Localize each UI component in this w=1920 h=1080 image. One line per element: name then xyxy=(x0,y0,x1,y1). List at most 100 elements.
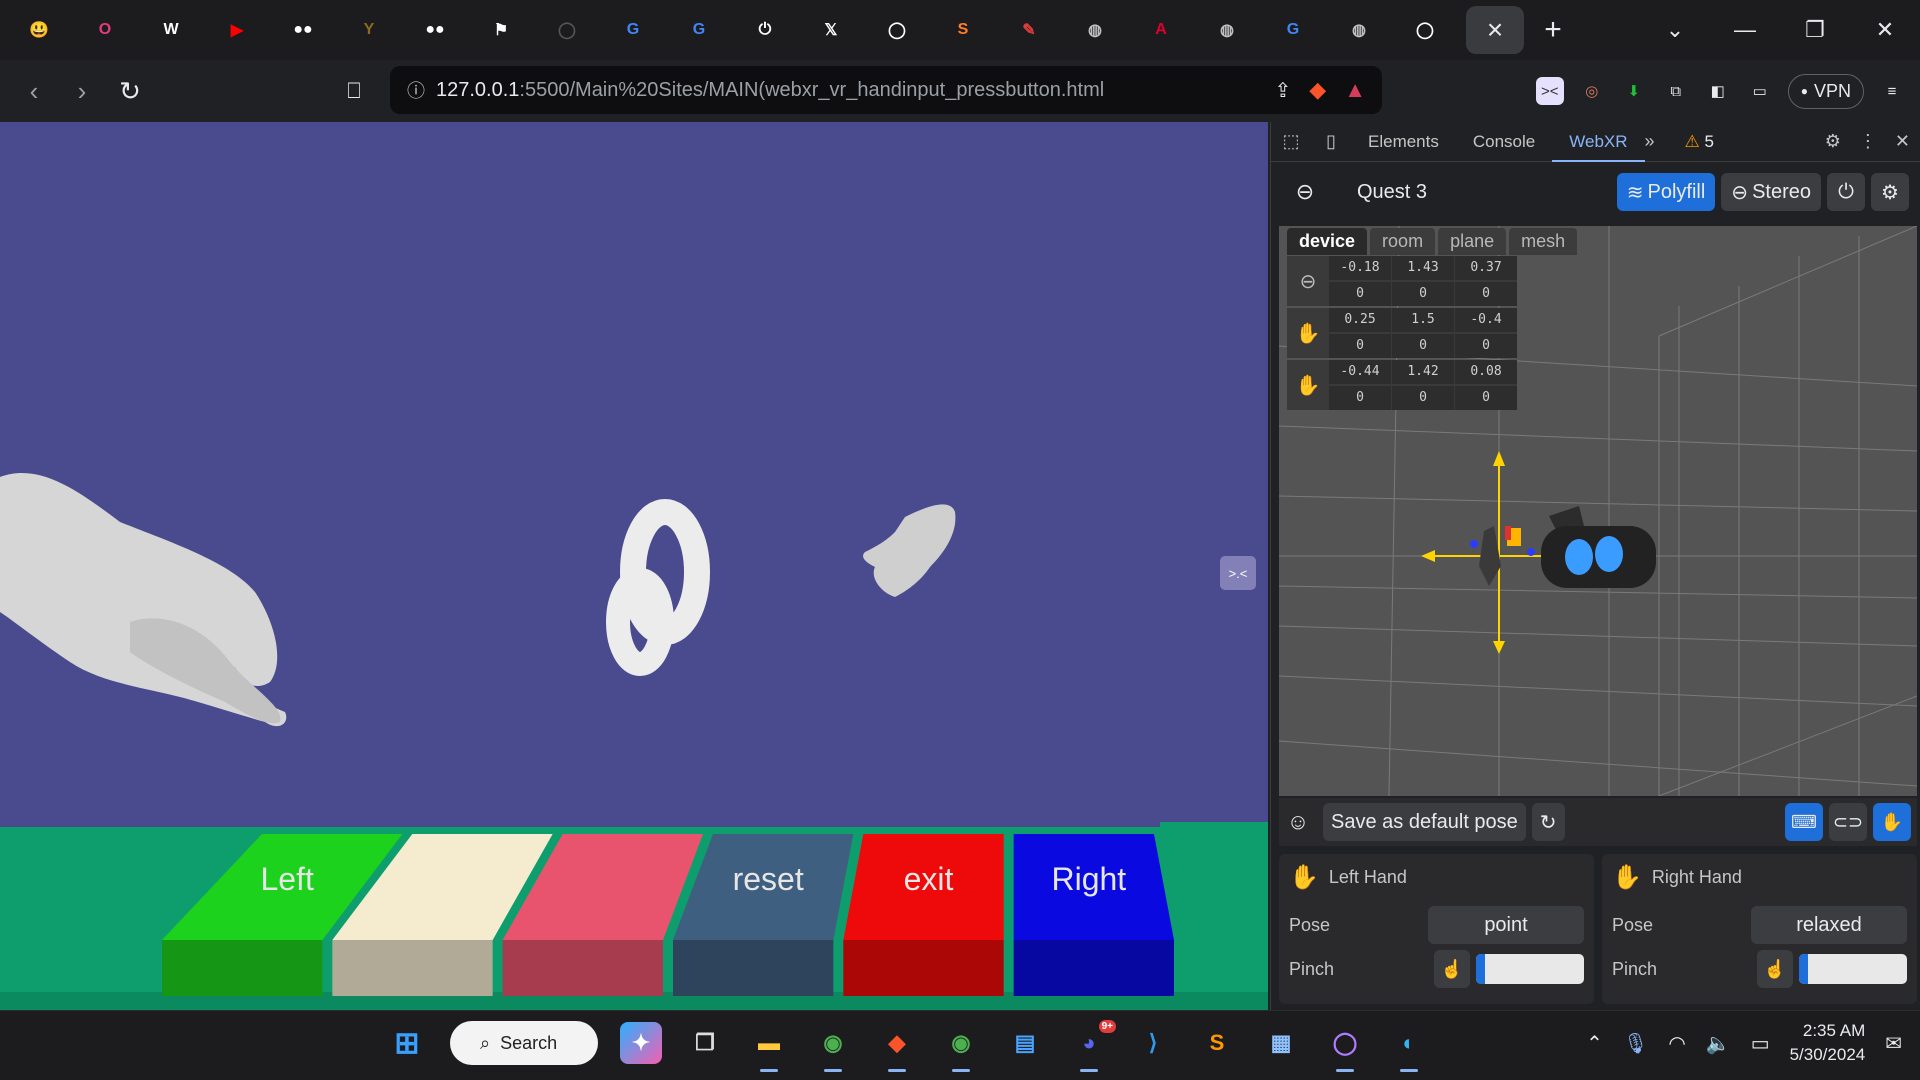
browser-tab[interactable]: ⚑ xyxy=(468,6,534,54)
left-pinch-button[interactable]: ☝ xyxy=(1434,950,1470,988)
task-view-icon[interactable]: ❐ xyxy=(684,1022,726,1064)
scene-tab-device[interactable]: device xyxy=(1287,228,1368,255)
rotation-value[interactable]: 0 xyxy=(1455,385,1517,410)
browser-tab[interactable]: ◍ xyxy=(1062,6,1128,54)
right-pinch-slider[interactable] xyxy=(1799,954,1907,984)
active-tab[interactable]: × xyxy=(1466,6,1524,54)
position-value[interactable]: -0.18 xyxy=(1329,256,1391,280)
close-window-icon[interactable]: ✕ xyxy=(1850,17,1920,43)
extensions-icon[interactable]: ⧉ xyxy=(1662,77,1690,105)
emulator-toggle-button[interactable]: >.< xyxy=(1220,556,1256,590)
stereo-button[interactable]: ⊖ Stereo xyxy=(1721,173,1821,211)
left-pinch-slider[interactable] xyxy=(1476,954,1584,984)
rotation-value[interactable]: 0 xyxy=(1392,385,1454,410)
tab-elements[interactable]: Elements xyxy=(1351,122,1456,162)
right-hand-icon[interactable]: ✋ xyxy=(1287,360,1329,410)
browser-tab[interactable]: ◯ xyxy=(534,6,600,54)
forward-icon[interactable]: › xyxy=(58,76,106,107)
position-value[interactable]: 1.5 xyxy=(1392,308,1454,332)
device-toolbar-icon[interactable]: ▯ xyxy=(1311,131,1351,152)
warnings-badge[interactable]: ⚠ 5 xyxy=(1685,132,1714,152)
scene-button[interactable]: Right xyxy=(1013,834,1174,996)
browser-tab[interactable]: Y xyxy=(336,6,402,54)
bookmark-icon[interactable]: ⎕ xyxy=(330,78,378,104)
tab-console[interactable]: Console xyxy=(1456,122,1552,162)
right-pose-select[interactable]: relaxed xyxy=(1751,906,1907,944)
copilot-icon[interactable]: ✦ xyxy=(620,1022,662,1064)
brave-icon[interactable]: ◆ xyxy=(876,1022,918,1072)
microphone-icon[interactable]: 🎙 xyxy=(1623,1031,1648,1056)
device-name[interactable]: Quest 3 xyxy=(1357,181,1427,204)
chevron-up-icon[interactable]: ⌃ xyxy=(1586,1031,1603,1056)
browser-tab[interactable]: ●● xyxy=(270,6,336,54)
battery-icon[interactable]: ▭ xyxy=(1751,1031,1770,1056)
rotation-value[interactable]: 0 xyxy=(1392,333,1454,358)
kebab-menu-icon[interactable]: ⋮ xyxy=(1859,131,1877,152)
extension-owl-icon[interactable]: ◎ xyxy=(1578,77,1606,105)
clock[interactable]: 2:35 AM 5/30/2024 xyxy=(1790,1019,1866,1067)
close-tab-icon[interactable]: × xyxy=(1487,14,1503,46)
sidebar-icon[interactable]: ◧ xyxy=(1704,77,1732,105)
scene-tab-room[interactable]: room xyxy=(1370,228,1436,255)
browser-tab[interactable]: G xyxy=(600,6,666,54)
chrome-icon[interactable]: ◉ xyxy=(812,1022,854,1072)
taskbar-search[interactable]: ⌕ Search xyxy=(450,1021,598,1065)
volume-icon[interactable]: 🔈 xyxy=(1706,1031,1731,1056)
discord-icon[interactable]: ◕ 9+ xyxy=(1068,1020,1116,1072)
vscode-icon[interactable]: ⟩ xyxy=(1132,1022,1174,1064)
position-value[interactable]: 0.37 xyxy=(1455,256,1517,280)
more-tabs-icon[interactable]: » xyxy=(1645,131,1655,152)
browser-tab[interactable]: ⏻ xyxy=(732,6,798,54)
browser-tab[interactable]: ◍ xyxy=(1194,6,1260,54)
emulator-scene[interactable]: device room plane mesh ⊖ -0.18 1.43 0.37 0 0 0 ✋ 0.… xyxy=(1279,226,1917,796)
browser-tab[interactable]: A xyxy=(1128,6,1194,54)
minimize-icon[interactable]: — xyxy=(1710,17,1780,43)
wifi-icon[interactable]: ◠ xyxy=(1668,1031,1685,1056)
restore-icon[interactable]: ❐ xyxy=(1780,17,1850,43)
back-icon[interactable]: ‹ xyxy=(10,76,58,107)
github-desktop-icon[interactable]: ◯ xyxy=(1324,1022,1366,1072)
browser-tab[interactable]: O xyxy=(72,6,138,54)
site-info-icon[interactable]: ⓘ xyxy=(396,77,436,103)
browser-tab[interactable]: ●● xyxy=(402,6,468,54)
close-devtools-icon[interactable]: ✕ xyxy=(1895,131,1910,152)
url-text[interactable]: 127.0.0.1:5500/Main%20Sites/MAIN(webxr_v… xyxy=(436,79,1275,102)
browser-tab[interactable]: 😃 xyxy=(6,6,72,54)
browser-tab[interactable]: ◍ xyxy=(1326,6,1392,54)
monitor-icon[interactable]: ▦ xyxy=(1260,1022,1302,1064)
new-tab-button[interactable]: + xyxy=(1524,6,1582,54)
settings-icon[interactable]: ⚙ xyxy=(1825,131,1841,152)
position-value[interactable]: -0.4 xyxy=(1455,308,1517,332)
vpn-button[interactable]: ● VPN xyxy=(1787,73,1864,109)
sublime-icon[interactable]: S xyxy=(1196,1022,1238,1064)
position-value[interactable]: -0.44 xyxy=(1329,360,1391,384)
browser-tab[interactable]: 𝕏 xyxy=(798,6,864,54)
reload-icon[interactable]: ↻ xyxy=(106,76,154,107)
rotation-value[interactable]: 0 xyxy=(1392,281,1454,306)
wallet-icon[interactable]: ▭ xyxy=(1746,77,1774,105)
notifications-icon[interactable]: ✉ xyxy=(1885,1031,1902,1056)
keyboard-mode-button[interactable]: ⌨ xyxy=(1785,803,1823,841)
brave-rewards-icon[interactable]: ▲ xyxy=(1344,77,1366,103)
reset-pose-button[interactable]: ↻ xyxy=(1531,803,1565,841)
start-icon[interactable]: ⊞ xyxy=(386,1022,428,1064)
webxr-viewport[interactable]: >.< Left reset exit Right xyxy=(0,122,1268,1010)
scene-tab-plane[interactable]: plane xyxy=(1438,228,1507,255)
notepad-icon[interactable]: ▤ xyxy=(1004,1022,1046,1064)
browser-tab[interactable]: ◯ xyxy=(1392,6,1458,54)
address-bar[interactable]: ⓘ 127.0.0.1:5500/Main%20Sites/MAIN(webxr… xyxy=(390,66,1382,114)
position-value[interactable]: 1.43 xyxy=(1392,256,1454,280)
save-default-pose-button[interactable]: Save as default pose xyxy=(1323,803,1526,841)
rotation-value[interactable]: 0 xyxy=(1455,281,1517,306)
headset-icon[interactable]: ⊖ xyxy=(1287,256,1329,306)
browser-tab[interactable]: G xyxy=(666,6,732,54)
position-value[interactable]: 0.08 xyxy=(1455,360,1517,384)
inspect-icon[interactable]: ⬚ xyxy=(1271,131,1311,152)
power-button[interactable]: ⏻ xyxy=(1827,173,1865,211)
left-pose-select[interactable]: point xyxy=(1428,906,1584,944)
browser-tab[interactable]: ✎ xyxy=(996,6,1062,54)
browser-tab[interactable]: S xyxy=(930,6,996,54)
rotation-value[interactable]: 0 xyxy=(1329,385,1391,410)
position-value[interactable]: 1.42 xyxy=(1392,360,1454,384)
rotation-value[interactable]: 0 xyxy=(1329,333,1391,358)
